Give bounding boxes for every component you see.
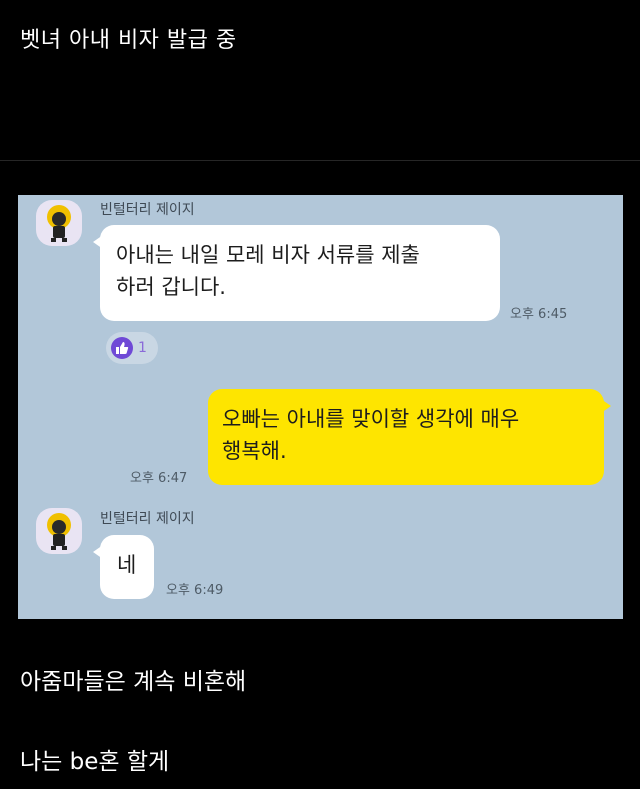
chat-screenshot: 빈털터리 제이지 아내는 내일 모레 비자 서류를 제출 하러 갑니다. 오후 …	[18, 195, 623, 619]
post-caption-line: 아줌마들은 계속 비혼해	[20, 669, 247, 695]
message-bubble[interactable]: 아내는 내일 모레 비자 서류를 제출 하러 갑니다.	[93, 225, 500, 321]
message-text-line: 네	[117, 553, 137, 577]
post-caption-line: 나는 be혼 할게	[20, 749, 170, 775]
divider	[0, 160, 640, 161]
message-time: 오후 6:47	[130, 471, 188, 486]
message-text-line: 하러 갑니다.	[116, 275, 226, 299]
post-title: 벳녀 아내 비자 발급 중	[20, 28, 237, 53]
thumbs-up-icon	[111, 337, 133, 359]
message-time: 오후 6:45	[510, 307, 568, 322]
reaction-count: 1	[138, 340, 147, 356]
message-time: 오후 6:49	[166, 583, 224, 598]
message-bubble[interactable]: 네	[93, 535, 154, 599]
avatar-icon[interactable]	[36, 508, 82, 554]
reaction-badge[interactable]: 1	[106, 332, 158, 364]
sender-name: 빈털터리 제이지	[100, 202, 195, 218]
avatar-icon[interactable]	[36, 200, 82, 246]
sender-name: 빈털터리 제이지	[100, 511, 195, 527]
message-text-line: 행복해.	[222, 439, 287, 463]
message-text-line: 오빠는 아내를 맞이할 생각에 매우	[222, 407, 520, 431]
message-text-line: 아내는 내일 모레 비자 서류를 제출	[116, 243, 420, 267]
message-bubble[interactable]: 오빠는 아내를 맞이할 생각에 매우 행복해.	[208, 389, 611, 485]
